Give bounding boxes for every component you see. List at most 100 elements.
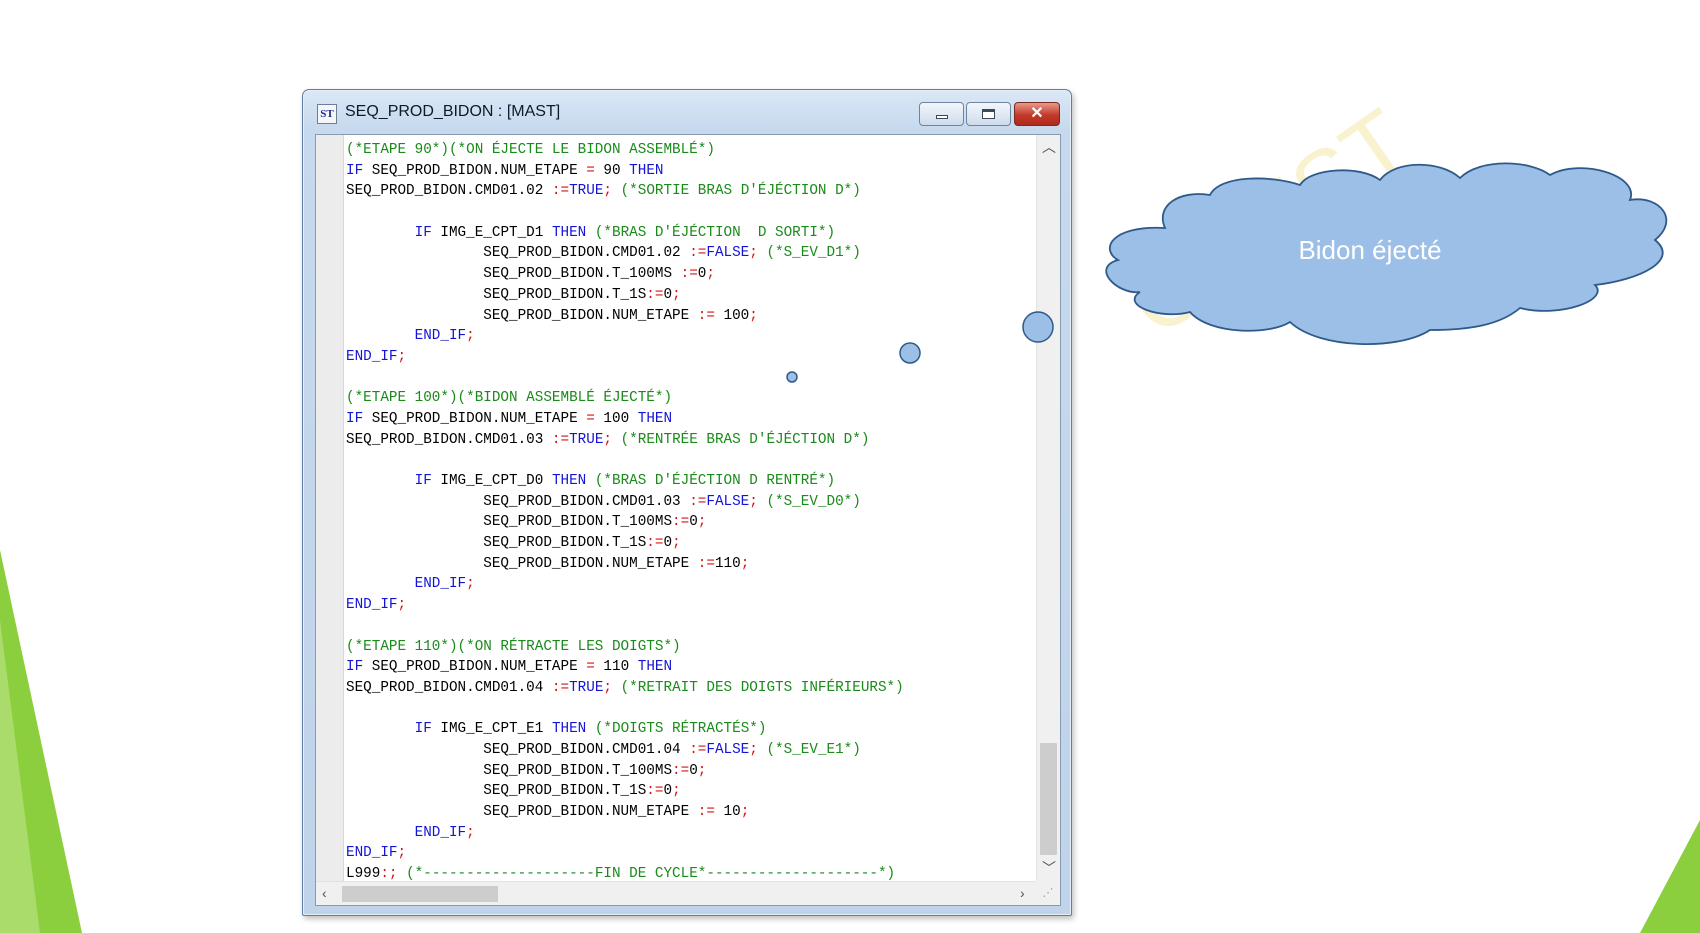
minimize-icon <box>935 115 948 119</box>
code-line[interactable] <box>346 450 1030 471</box>
code-token: FALSE <box>706 741 750 758</box>
code-line[interactable]: END_IF; <box>346 595 1030 616</box>
code-token: 90 <box>594 162 630 179</box>
code-line[interactable]: END_IF; <box>346 326 1030 347</box>
code-line[interactable]: SEQ_PROD_BIDON.T_100MS:=0; <box>346 761 1030 782</box>
code-line[interactable]: IF IMG_E_CPT_E1 THEN (*DOIGTS RÉTRACTÉS*… <box>346 719 1030 740</box>
code-token: SEQ_PROD_BIDON.T_1S <box>346 286 647 303</box>
code-token: := <box>697 555 715 572</box>
code-token: := <box>551 679 570 696</box>
code-line[interactable]: SEQ_PROD_BIDON.T_100MS :=0; <box>346 264 1030 285</box>
line-gutter <box>316 135 344 881</box>
code-token: := <box>646 286 664 303</box>
code-line[interactable]: END_IF; <box>346 574 1030 595</box>
code-line[interactable]: SEQ_PROD_BIDON.CMD01.04 :=TRUE; (*RETRAI… <box>346 678 1030 699</box>
code-text-area[interactable]: (*ETAPE 90*)(*ON ÉJECTE LE BIDON ASSEMBL… <box>346 140 1030 880</box>
code-token: 0 <box>663 535 673 552</box>
code-line[interactable]: SEQ_PROD_BIDON.CMD01.03 :=TRUE; (*RENTRÉ… <box>346 430 1030 451</box>
code-token: 0 <box>663 286 673 303</box>
code-line[interactable]: (*ETAPE 100*)(*BIDON ASSEMBLÉ ÉJECTÉ*) <box>346 388 1030 409</box>
maximize-icon <box>982 109 995 119</box>
code-token: END_IF <box>346 348 398 365</box>
code-line[interactable]: SEQ_PROD_BIDON.CMD01.04 :=FALSE; (*S_EV_… <box>346 740 1030 761</box>
code-token: IF <box>346 162 364 179</box>
code-line[interactable]: (*ETAPE 90*)(*ON ÉJECTE LE BIDON ASSEMBL… <box>346 140 1030 161</box>
code-line[interactable]: SEQ_PROD_BIDON.NUM_ETAPE := 10; <box>346 802 1030 823</box>
code-line[interactable]: SEQ_PROD_BIDON.NUM_ETAPE := 100; <box>346 306 1030 327</box>
scroll-left-icon[interactable]: ‹ <box>322 886 327 900</box>
code-token: := <box>672 514 690 531</box>
code-line[interactable] <box>346 368 1030 389</box>
code-token: THEN <box>637 659 673 676</box>
vertical-scroll-thumb[interactable] <box>1040 743 1057 855</box>
window-titlebar[interactable]: ST SEQ_PROD_BIDON : [MAST] ✕ <box>303 90 1071 132</box>
green-triangle-left-light <box>0 620 40 933</box>
code-token: END_IF <box>346 845 398 862</box>
code-token: IF <box>414 224 432 241</box>
horizontal-scrollbar[interactable]: ‹ › <box>316 881 1038 905</box>
code-line[interactable]: SEQ_PROD_BIDON.T_100MS:=0; <box>346 512 1030 533</box>
code-token: L999 <box>346 866 381 880</box>
code-token: ; <box>706 266 715 283</box>
code-token: :; <box>380 866 398 880</box>
code-token: ; <box>697 762 707 779</box>
code-token: IMG_E_CPT_D1 <box>431 224 552 241</box>
code-line[interactable]: SEQ_PROD_BIDON.CMD01.02 :=TRUE; (*SORTIE… <box>346 181 1030 202</box>
code-line[interactable]: END_IF; <box>346 347 1030 368</box>
code-token: SEQ_PROD_BIDON.T_1S <box>346 535 647 552</box>
code-token: THEN <box>637 410 673 427</box>
code-token: := <box>697 804 715 820</box>
close-button[interactable]: ✕ <box>1014 102 1060 126</box>
vertical-scrollbar[interactable]: ︿ ﹀ <box>1036 135 1060 881</box>
scroll-down-icon[interactable]: ﹀ <box>1042 861 1056 875</box>
code-line[interactable]: END_IF; <box>346 823 1030 844</box>
code-token: := <box>680 266 698 283</box>
code-token: := <box>689 493 707 510</box>
horizontal-scroll-thumb[interactable] <box>342 886 498 902</box>
code-token: (*--------------------FIN DE CYCLE*-----… <box>397 866 896 880</box>
code-token: := <box>689 741 707 758</box>
resize-grip-icon[interactable]: ⋰ <box>1036 881 1060 905</box>
code-token: = <box>586 162 595 179</box>
editor-client-area[interactable]: (*ETAPE 90*)(*ON ÉJECTE LE BIDON ASSEMBL… <box>315 134 1061 906</box>
scroll-right-icon[interactable]: › <box>1020 886 1025 900</box>
code-line[interactable]: SEQ_PROD_BIDON.T_1S:=0; <box>346 533 1030 554</box>
code-line[interactable] <box>346 616 1030 637</box>
code-line[interactable]: IF SEQ_PROD_BIDON.NUM_ETAPE = 100 THEN <box>346 409 1030 430</box>
code-token: SEQ_PROD_BIDON.CMD01.03 <box>346 493 690 510</box>
code-token: 100 <box>714 307 750 324</box>
code-line[interactable]: SEQ_PROD_BIDON.NUM_ETAPE :=110; <box>346 554 1030 575</box>
code-token: := <box>551 183 570 200</box>
code-line[interactable]: SEQ_PROD_BIDON.CMD01.02 :=FALSE; (*S_EV_… <box>346 243 1030 264</box>
code-token: := <box>672 762 690 779</box>
code-editor-window[interactable]: ST SEQ_PROD_BIDON : [MAST] ✕ (*ETAPE 90*… <box>302 89 1072 916</box>
code-token: SEQ_PROD_BIDON.NUM_ETAPE <box>346 804 698 820</box>
code-line[interactable]: IF IMG_E_CPT_D0 THEN (*BRAS D'ÉJÉCTION D… <box>346 471 1030 492</box>
code-token: END_IF <box>346 597 398 614</box>
code-token: ; <box>397 597 407 614</box>
code-line[interactable]: IF IMG_E_CPT_D1 THEN (*BRAS D'ÉJÉCTION D… <box>346 223 1030 244</box>
code-line[interactable]: SEQ_PROD_BIDON.T_1S:=0; <box>346 781 1030 802</box>
code-token: FALSE <box>706 493 750 510</box>
code-line[interactable]: L999:; (*--------------------FIN DE CYCL… <box>346 864 1030 880</box>
code-line[interactable]: IF SEQ_PROD_BIDON.NUM_ETAPE = 90 THEN <box>346 161 1030 182</box>
code-line[interactable]: END_IF; <box>346 843 1030 864</box>
code-line[interactable]: SEQ_PROD_BIDON.T_1S:=0; <box>346 285 1030 306</box>
code-line[interactable]: (*ETAPE 110*)(*ON RÉTRACTE LES DOIGTS*) <box>346 637 1030 658</box>
code-token: (*S_EV_D1*) <box>757 245 861 262</box>
code-line[interactable]: IF SEQ_PROD_BIDON.NUM_ETAPE = 110 THEN <box>346 657 1030 678</box>
code-line[interactable]: SEQ_PROD_BIDON.CMD01.03 :=FALSE; (*S_EV_… <box>346 492 1030 513</box>
maximize-button[interactable] <box>966 102 1011 126</box>
code-token: SEQ_PROD_BIDON.CMD01.02 <box>346 183 552 200</box>
scroll-up-icon[interactable]: ︿ <box>1042 140 1056 154</box>
code-line[interactable] <box>346 202 1030 223</box>
code-token: ; <box>672 286 681 303</box>
code-line[interactable] <box>346 699 1030 720</box>
cloud-callout-text: Bidon éjecté <box>1298 235 1442 265</box>
green-triangle-left <box>0 550 82 933</box>
code-token: ; <box>672 535 681 552</box>
minimize-button[interactable] <box>919 102 964 126</box>
